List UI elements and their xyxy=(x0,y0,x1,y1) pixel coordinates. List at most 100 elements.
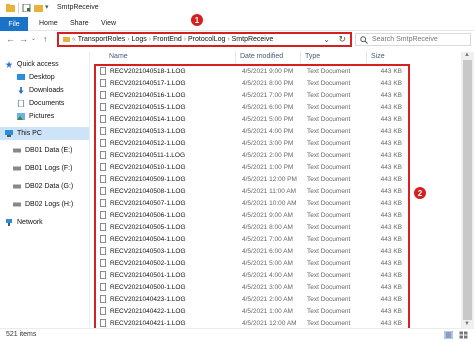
file-row[interactable]: RECV2021040515-1.LOG 4/5/2021 6:00 PM Text… xyxy=(96,102,408,113)
file-row[interactable]: RECV2021040511-1.LOG 4/5/2021 2:00 PM Text… xyxy=(96,150,408,161)
file-type: Text Document xyxy=(307,116,351,123)
column-separator[interactable] xyxy=(300,51,301,63)
tab-home[interactable]: Home xyxy=(39,20,58,27)
file-row[interactable]: RECV2021040422-1.LOG 4/5/2021 1:00 AM Text… xyxy=(96,306,408,317)
file-row[interactable]: RECV2021040517-1.LOG 4/5/2021 8:00 PM Text… xyxy=(96,78,408,89)
tab-view[interactable]: View xyxy=(101,20,116,27)
nav-drive-h[interactable]: DB02 Logs (H:) xyxy=(13,201,73,208)
file-row[interactable]: RECV2021040501-1.LOG 4/5/2021 4:00 AM Text… xyxy=(96,270,408,281)
nav-downloads[interactable]: Downloads xyxy=(17,87,64,94)
file-row[interactable]: RECV2021040504-1.LOG 4/5/2021 7:00 AM Text… xyxy=(96,234,408,245)
details-view-icon[interactable] xyxy=(444,331,453,339)
breadcrumb-transportroles[interactable]: TransportRoles xyxy=(78,36,126,43)
column-separator[interactable] xyxy=(366,51,367,63)
text-file-icon xyxy=(100,247,106,255)
desktop-icon xyxy=(17,74,25,80)
folder-icon xyxy=(6,4,15,12)
file-type: Text Document xyxy=(307,200,351,207)
file-date: 4/5/2021 1:00 PM xyxy=(242,164,294,171)
nav-drive-g[interactable]: DB02 Data (G:) xyxy=(13,183,73,190)
text-file-icon xyxy=(100,163,106,171)
breadcrumb-logs[interactable]: Logs xyxy=(132,36,147,43)
drive-icon xyxy=(13,166,21,171)
column-header-date[interactable]: Date modified xyxy=(240,53,283,60)
nav-pictures[interactable]: Pictures xyxy=(17,113,54,120)
file-size: 443 KB xyxy=(380,80,402,87)
file-size: 443 KB xyxy=(380,68,402,75)
scroll-up-arrow-icon[interactable]: ▲ xyxy=(464,52,470,58)
nav-label: Network xyxy=(17,219,43,226)
file-row[interactable]: RECV2021040507-1.LOG 4/5/2021 10:00 AM Tex… xyxy=(96,198,408,209)
file-date: 4/5/2021 4:00 AM xyxy=(242,272,293,279)
nav-label: DB02 Logs (H:) xyxy=(25,201,74,208)
nav-label: DB01 Data (E:) xyxy=(25,147,73,154)
file-row[interactable]: RECV2021040512-1.LOG 4/5/2021 3:00 PM Text… xyxy=(96,138,408,149)
nav-drive-e[interactable]: DB01 Data (E:) xyxy=(13,147,72,154)
annotation-badge-1: 1 xyxy=(190,13,204,27)
search-placeholder: Search SmtpReceive xyxy=(372,36,438,43)
file-row[interactable]: RECV2021040510-1.LOG 4/5/2021 1:00 PM Text… xyxy=(96,162,408,173)
nav-drive-f[interactable]: DB01 Logs (F:) xyxy=(13,165,72,172)
address-bar[interactable]: « TransportRoles › Logs › FrontEnd › Pro… xyxy=(57,32,352,47)
nav-quick-access[interactable]: Quick access xyxy=(5,61,59,68)
scroll-down-arrow-icon[interactable]: ▼ xyxy=(464,321,470,327)
up-button[interactable]: ↑ xyxy=(43,33,48,45)
forward-button[interactable]: → xyxy=(19,33,28,45)
text-file-icon xyxy=(100,319,106,327)
column-header-type[interactable]: Type xyxy=(305,53,320,60)
text-file-icon xyxy=(100,271,106,279)
column-separator[interactable] xyxy=(235,51,236,63)
file-date: 4/5/2021 9:00 PM xyxy=(242,68,294,75)
nav-network[interactable]: Network xyxy=(5,219,43,226)
breadcrumb-protocollog[interactable]: ProtocolLog xyxy=(188,36,225,43)
refresh-icon[interactable]: ↻ xyxy=(338,34,346,45)
address-dropdown-icon[interactable]: ⌄ xyxy=(323,35,330,44)
file-row[interactable]: RECV2021040516-1.LOG 4/5/2021 7:00 PM Text… xyxy=(96,90,408,101)
column-header-name[interactable]: Name xyxy=(109,53,128,60)
properties-icon[interactable] xyxy=(22,4,31,12)
file-row[interactable]: RECV2021040509-1.LOG 4/5/2021 12:00 PM Tex… xyxy=(96,174,408,185)
file-size: 443 KB xyxy=(380,236,402,243)
text-file-icon xyxy=(100,283,106,291)
file-type: Text Document xyxy=(307,236,351,243)
drive-icon xyxy=(13,202,21,207)
file-type: Text Document xyxy=(307,296,351,303)
new-folder-icon[interactable] xyxy=(34,4,43,12)
downloads-icon xyxy=(18,87,24,94)
file-row[interactable]: RECV2021040506-1.LOG 4/5/2021 9:00 AM Text… xyxy=(96,210,408,221)
scrollbar-thumb[interactable] xyxy=(463,60,472,320)
column-header-size[interactable]: Size xyxy=(371,53,385,60)
file-row[interactable]: RECV2021040503-1.LOG 4/5/2021 6:00 AM Text… xyxy=(96,246,408,257)
file-row[interactable]: RECV2021040505-1.LOG 4/5/2021 8:00 AM Text… xyxy=(96,222,408,233)
file-row[interactable]: RECV2021040500-1.LOG 4/5/2021 3:00 AM Text… xyxy=(96,282,408,293)
file-name: RECV2021040504-1.LOG xyxy=(110,236,186,243)
nav-this-pc[interactable]: This PC xyxy=(5,130,42,137)
search-box[interactable]: Search SmtpReceive xyxy=(355,33,471,46)
nav-desktop[interactable]: Desktop xyxy=(17,74,55,81)
tab-share[interactable]: Share xyxy=(70,20,89,27)
file-size: 443 KB xyxy=(380,284,402,291)
path-overflow[interactable]: « xyxy=(72,36,76,43)
file-row[interactable]: RECV2021040508-1.LOG 4/5/2021 11:00 AM Tex… xyxy=(96,186,408,197)
file-size: 443 KB xyxy=(380,308,402,315)
text-file-icon xyxy=(100,307,106,315)
nav-documents[interactable]: Documents xyxy=(17,100,64,107)
quick-access-toolbar-dropdown[interactable]: ▾ xyxy=(45,3,49,11)
file-row[interactable]: RECV2021040514-1.LOG 4/5/2021 5:00 PM Text… xyxy=(96,114,408,125)
back-button[interactable]: ← xyxy=(6,33,15,45)
file-date: 4/5/2021 8:00 AM xyxy=(242,224,293,231)
large-icons-view-icon[interactable] xyxy=(459,331,468,339)
recent-locations-dropdown[interactable]: ⌄ xyxy=(31,33,36,45)
file-name: RECV2021040510-1.LOG xyxy=(110,164,186,171)
file-tab[interactable]: File xyxy=(0,17,28,31)
file-date: 4/5/2021 5:00 PM xyxy=(242,116,294,123)
file-date: 4/5/2021 7:00 PM xyxy=(242,92,294,99)
file-row[interactable]: RECV2021040518-1.LOG 4/5/2021 9:00 PM Text… xyxy=(96,66,408,77)
file-size: 443 KB xyxy=(380,296,402,303)
breadcrumb-separator: › xyxy=(148,36,152,43)
file-row[interactable]: RECV2021040502-1.LOG 4/5/2021 5:00 AM Text… xyxy=(96,258,408,269)
breadcrumb-frontend[interactable]: FrontEnd xyxy=(153,36,182,43)
breadcrumb-smtpreceive[interactable]: SmtpReceive xyxy=(232,36,274,43)
file-row[interactable]: RECV2021040513-1.LOG 4/5/2021 4:00 PM Text… xyxy=(96,126,408,137)
file-row[interactable]: RECV2021040423-1.LOG 4/5/2021 2:00 AM Text… xyxy=(96,294,408,305)
